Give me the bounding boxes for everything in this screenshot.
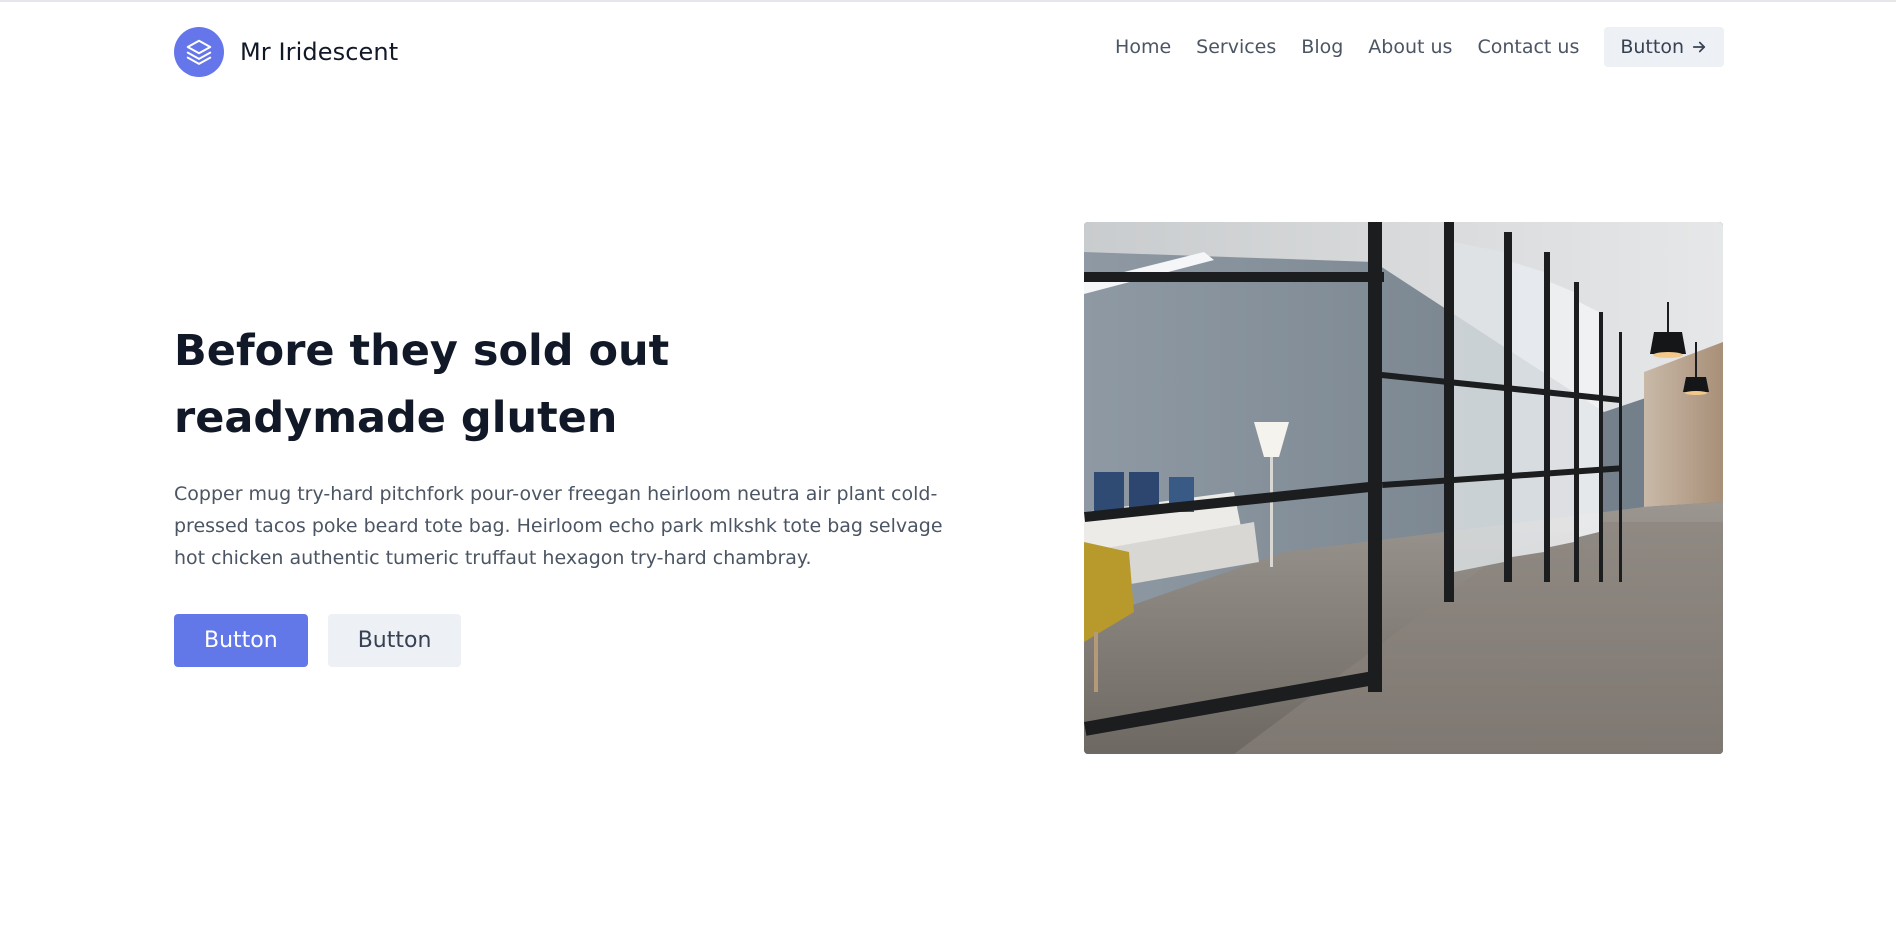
hero-actions: Button Button [174,614,974,667]
secondary-button[interactable]: Button [327,614,462,667]
primary-button[interactable]: Button [174,614,308,667]
hero-content: Before they sold out readymade gluten Co… [174,318,974,667]
top-border [0,0,1896,2]
nav-link-blog[interactable]: Blog [1301,27,1343,67]
header-button-label: Button [1620,36,1684,58]
main-nav: Home Services Blog About us Contact us B… [1115,27,1724,67]
nav-link-services[interactable]: Services [1196,27,1276,67]
nav-link-about-us[interactable]: About us [1368,27,1452,67]
brand-name: Mr Iridescent [240,38,399,66]
hero-description: Copper mug try-hard pitchfork pour-over … [174,483,943,569]
arrow-right-icon [1692,41,1706,53]
hero-image [1084,222,1723,754]
header-button[interactable]: Button [1604,27,1724,67]
nav-link-contact-us[interactable]: Contact us [1477,27,1579,67]
site-header: Mr Iridescent Home Services Blog About u… [174,27,1724,77]
nav-link-home[interactable]: Home [1115,27,1171,67]
brand-link[interactable]: Mr Iridescent [174,27,398,77]
hero-title: Before they sold out readymade gluten [174,326,670,443]
layers-icon [174,27,224,77]
